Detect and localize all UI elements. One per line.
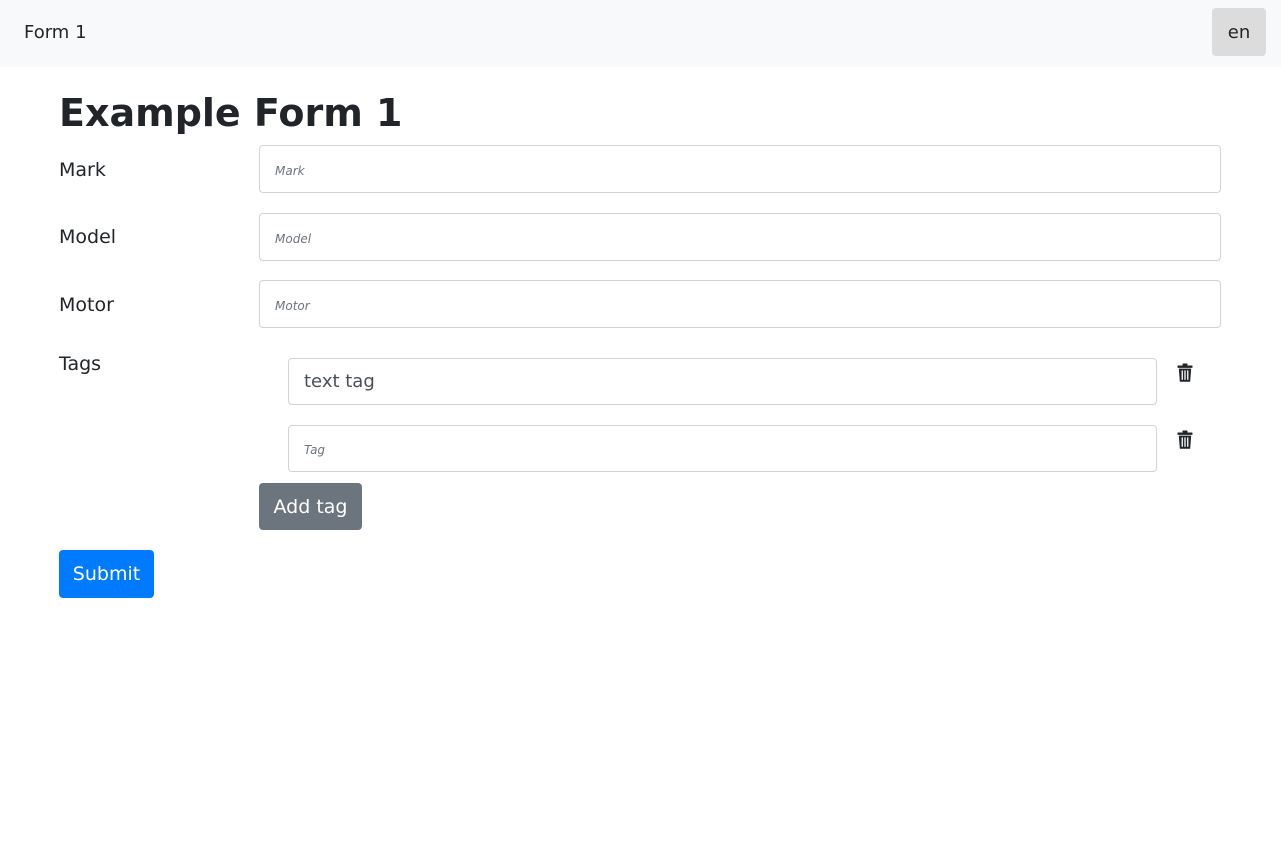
language-button[interactable]: en (1212, 8, 1266, 56)
model-label: Model (59, 226, 117, 248)
delete-tag-button-2[interactable] (1173, 429, 1197, 453)
add-tag-button[interactable]: Add tag (259, 483, 362, 530)
trash-icon (1177, 430, 1193, 452)
tag-input-2[interactable] (288, 425, 1157, 472)
mark-input[interactable] (259, 145, 1221, 193)
motor-input[interactable] (259, 280, 1221, 328)
tags-label: Tags (59, 353, 102, 375)
navbar: Form 1 en (0, 0, 1281, 67)
navbar-brand[interactable]: Form 1 (24, 20, 87, 46)
mark-label: Mark (59, 159, 106, 181)
delete-tag-button-1[interactable] (1173, 362, 1197, 386)
tag-input-1[interactable] (288, 358, 1157, 405)
trash-icon (1177, 363, 1193, 385)
page-title: Example Form 1 (59, 91, 403, 135)
motor-label: Motor (59, 294, 114, 316)
submit-button[interactable]: Submit (59, 550, 154, 598)
model-input[interactable] (259, 213, 1221, 261)
